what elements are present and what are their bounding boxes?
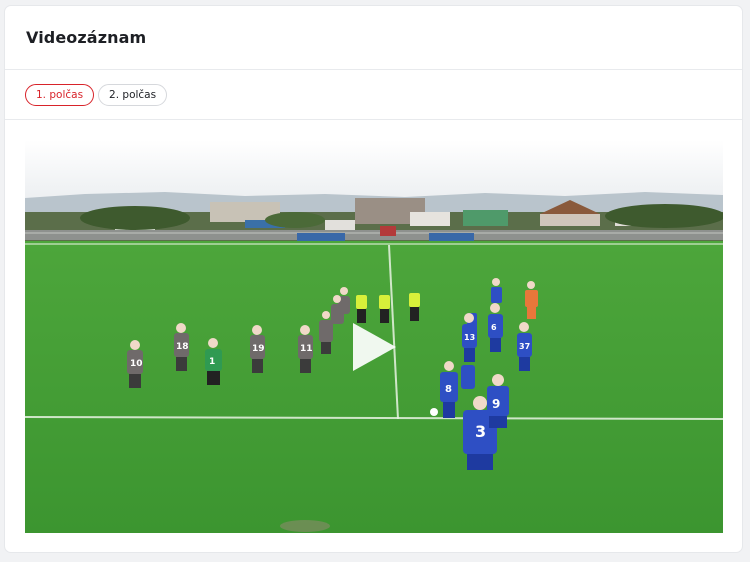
svg-text:10: 10: [130, 359, 143, 369]
card-header: Videozáznam: [5, 6, 742, 70]
svg-text:3: 3: [475, 422, 486, 441]
half-tabs: 1. polčas 2. polčas: [5, 70, 742, 120]
tab-first-half[interactable]: 1. polčas: [25, 84, 95, 106]
svg-text:13: 13: [464, 333, 475, 342]
video-player[interactable]: 10 18 19 11 1 8 9 3 13 6 37: [25, 140, 723, 533]
svg-text:18: 18: [176, 342, 189, 352]
svg-text:11: 11: [300, 344, 313, 354]
svg-text:6: 6: [491, 323, 497, 332]
tab-second-half[interactable]: 2. polčas: [98, 84, 168, 106]
video-card: Videozáznam 1. polčas 2. polčas 10 18 19…: [4, 5, 743, 553]
svg-text:1: 1: [209, 357, 215, 367]
svg-text:19: 19: [252, 344, 265, 354]
svg-text:9: 9: [492, 397, 500, 411]
play-icon[interactable]: [350, 321, 398, 373]
svg-text:37: 37: [519, 342, 530, 351]
card-title: Videozáznam: [26, 28, 147, 47]
svg-text:8: 8: [445, 384, 452, 395]
